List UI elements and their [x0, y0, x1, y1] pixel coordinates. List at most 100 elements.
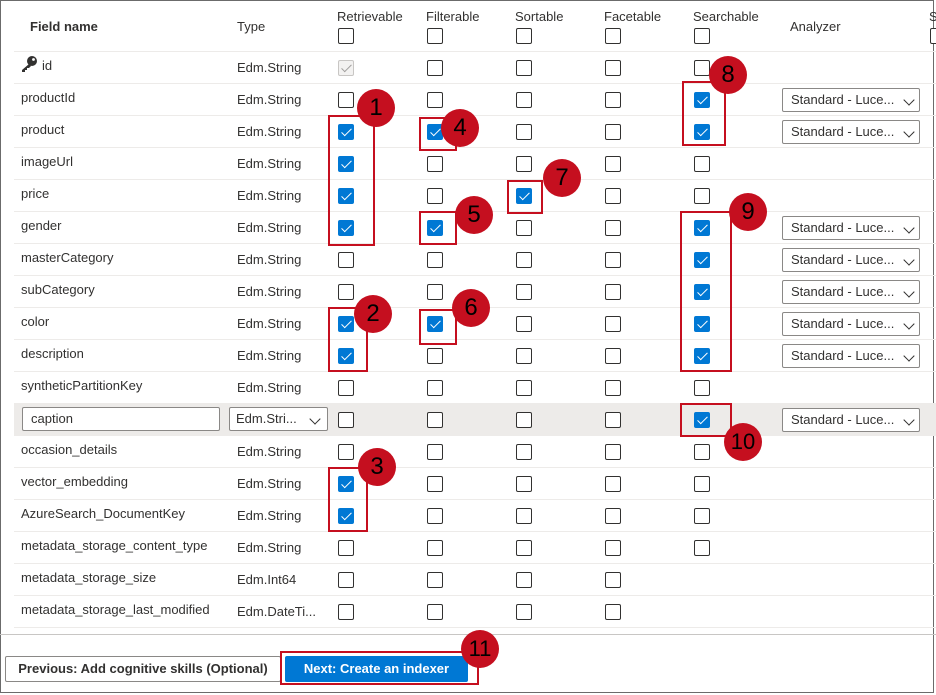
filterable-checkbox[interactable]: [427, 348, 443, 364]
retrievable-checkbox[interactable]: [338, 412, 354, 428]
sortable-checkbox[interactable]: [516, 316, 532, 332]
filterable-checkbox[interactable]: [427, 412, 443, 428]
field-name-cell: occasion_details: [21, 442, 118, 457]
select-all-filterable-checkbox[interactable]: [427, 28, 443, 44]
sortable-checkbox[interactable]: [516, 60, 532, 76]
row-divider: [14, 179, 936, 180]
select-all-cutoff-checkbox[interactable]: [930, 28, 936, 44]
sortable-checkbox[interactable]: [516, 412, 532, 428]
select-all-searchable-checkbox[interactable]: [694, 28, 710, 44]
retrievable-checkbox[interactable]: [338, 92, 354, 108]
facetable-checkbox[interactable]: [605, 60, 621, 76]
filterable-checkbox[interactable]: [427, 444, 443, 460]
sortable-checkbox[interactable]: [516, 156, 532, 172]
searchable-checkbox[interactable]: [694, 476, 710, 492]
analyzer-dropdown[interactable]: Standard - Luce...: [782, 216, 920, 240]
facetable-checkbox[interactable]: [605, 508, 621, 524]
retrievable-checkbox[interactable]: [338, 284, 354, 300]
sortable-checkbox[interactable]: [516, 220, 532, 236]
analyzer-dropdown[interactable]: Standard - Luce...: [782, 120, 920, 144]
analyzer-dropdown[interactable]: Standard - Luce...: [782, 280, 920, 304]
select-all-retrievable-checkbox[interactable]: [338, 28, 354, 44]
field-type-cell: Edm.String: [237, 284, 302, 299]
retrievable-checkbox[interactable]: [338, 252, 354, 268]
facetable-checkbox[interactable]: [605, 156, 621, 172]
facetable-checkbox[interactable]: [605, 252, 621, 268]
callout-badge-7: 7: [543, 159, 581, 197]
searchable-checkbox[interactable]: [694, 508, 710, 524]
facetable-checkbox[interactable]: [605, 444, 621, 460]
sortable-checkbox[interactable]: [516, 124, 532, 140]
select-all-sortable-checkbox[interactable]: [516, 28, 532, 44]
field-name-cell: description: [21, 346, 84, 361]
facetable-checkbox[interactable]: [605, 284, 621, 300]
searchable-checkbox[interactable]: [694, 188, 710, 204]
filterable-checkbox[interactable]: [427, 508, 443, 524]
filterable-checkbox[interactable]: [427, 572, 443, 588]
field-type-cell: Edm.String: [237, 380, 302, 395]
sortable-checkbox[interactable]: [516, 572, 532, 588]
filterable-checkbox[interactable]: [427, 188, 443, 204]
filterable-checkbox[interactable]: [427, 60, 443, 76]
filterable-checkbox[interactable]: [427, 284, 443, 300]
searchable-checkbox[interactable]: [694, 540, 710, 556]
sortable-checkbox[interactable]: [516, 540, 532, 556]
retrievable-checkbox[interactable]: [338, 604, 354, 620]
field-type-cell: Edm.String: [237, 92, 302, 107]
facetable-checkbox[interactable]: [605, 316, 621, 332]
filterable-checkbox[interactable]: [427, 92, 443, 108]
facetable-checkbox[interactable]: [605, 188, 621, 204]
analyzer-dropdown[interactable]: Standard - Luce...: [782, 408, 920, 432]
searchable-checkbox[interactable]: [694, 380, 710, 396]
sortable-checkbox[interactable]: [516, 284, 532, 300]
callout-badge-6: 6: [452, 289, 490, 327]
retrievable-checkbox[interactable]: [338, 60, 354, 76]
sortable-checkbox[interactable]: [516, 476, 532, 492]
chevron-down-icon: [903, 254, 915, 266]
retrievable-checkbox[interactable]: [338, 540, 354, 556]
column-header-field-name: Field name: [30, 19, 98, 34]
facetable-checkbox[interactable]: [605, 124, 621, 140]
sortable-checkbox[interactable]: [516, 92, 532, 108]
sortable-checkbox[interactable]: [516, 348, 532, 364]
filterable-checkbox[interactable]: [427, 380, 443, 396]
sortable-checkbox[interactable]: [516, 604, 532, 620]
filterable-checkbox[interactable]: [427, 476, 443, 492]
retrievable-checkbox[interactable]: [338, 444, 354, 460]
caption-field-name-input[interactable]: caption: [22, 407, 220, 431]
facetable-checkbox[interactable]: [605, 220, 621, 236]
facetable-checkbox[interactable]: [605, 92, 621, 108]
analyzer-dropdown[interactable]: Standard - Luce...: [782, 248, 920, 272]
searchable-checkbox[interactable]: [694, 60, 710, 76]
facetable-checkbox[interactable]: [605, 604, 621, 620]
analyzer-dropdown[interactable]: Standard - Luce...: [782, 88, 920, 112]
field-name-cell: price: [21, 186, 50, 201]
filterable-checkbox[interactable]: [427, 252, 443, 268]
caption-type-dropdown[interactable]: Edm.Stri...: [229, 407, 328, 431]
sortable-checkbox[interactable]: [516, 508, 532, 524]
filterable-checkbox[interactable]: [427, 540, 443, 556]
analyzer-dropdown[interactable]: Standard - Luce...: [782, 312, 920, 336]
retrievable-checkbox[interactable]: [338, 380, 354, 396]
facetable-checkbox[interactable]: [605, 572, 621, 588]
facetable-checkbox[interactable]: [605, 348, 621, 364]
sortable-checkbox[interactable]: [516, 444, 532, 460]
field-name-cell: vector_embedding: [21, 474, 128, 489]
searchable-checkbox[interactable]: [694, 444, 710, 460]
field-name-cell: metadata_storage_size: [21, 570, 157, 585]
previous-button[interactable]: Previous: Add cognitive skills (Optional…: [5, 656, 281, 682]
facetable-checkbox[interactable]: [605, 476, 621, 492]
retrievable-checkbox[interactable]: [338, 572, 354, 588]
facetable-checkbox[interactable]: [605, 412, 621, 428]
row-divider: [14, 147, 936, 148]
facetable-checkbox[interactable]: [605, 540, 621, 556]
select-all-facetable-checkbox[interactable]: [605, 28, 621, 44]
filterable-checkbox[interactable]: [427, 156, 443, 172]
facetable-checkbox[interactable]: [605, 380, 621, 396]
sortable-checkbox[interactable]: [516, 252, 532, 268]
sortable-checkbox[interactable]: [516, 380, 532, 396]
caption-type-value: Edm.Stri...: [236, 411, 297, 426]
analyzer-dropdown[interactable]: Standard - Luce...: [782, 344, 920, 368]
searchable-checkbox[interactable]: [694, 156, 710, 172]
filterable-checkbox[interactable]: [427, 604, 443, 620]
